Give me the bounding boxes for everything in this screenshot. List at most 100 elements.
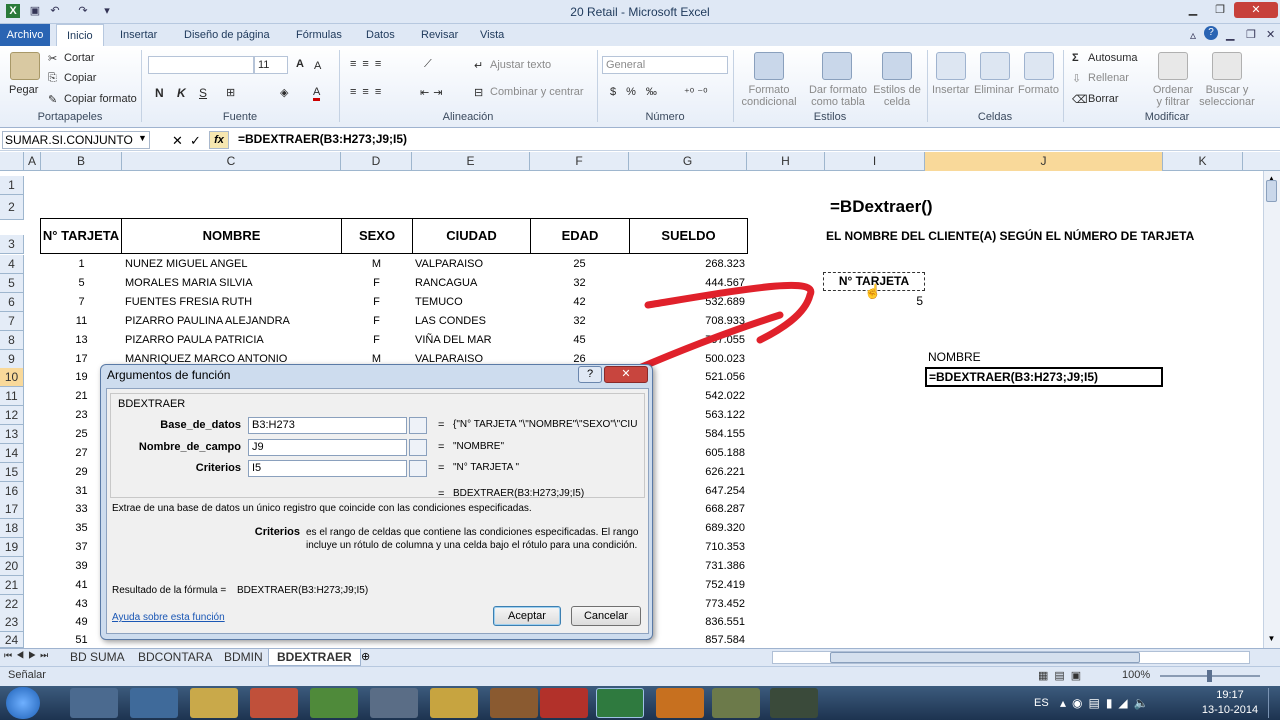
- minimize-icon[interactable]: ▁: [1180, 2, 1206, 18]
- taskbar-app-icon[interactable]: [490, 688, 538, 718]
- tab-home[interactable]: Inicio: [56, 24, 104, 47]
- tab-data[interactable]: Datos: [356, 24, 405, 46]
- tab-file[interactable]: Archivo: [0, 24, 50, 46]
- close-icon[interactable]: ✕: [1234, 2, 1278, 18]
- merge-center-button[interactable]: Combinar y centrar: [490, 86, 584, 98]
- cancel-entry-icon[interactable]: ✕: [172, 133, 183, 149]
- autosum-icon[interactable]: Σ: [1072, 52, 1079, 64]
- row-header[interactable]: 5: [0, 274, 24, 293]
- format-cells-icon[interactable]: [1024, 52, 1054, 80]
- taskbar-media-icon[interactable]: [250, 688, 298, 718]
- copy-icon[interactable]: ⎘: [48, 72, 57, 85]
- insert-sheet-icon[interactable]: ⊕: [361, 650, 370, 663]
- name-box[interactable]: SUMAR.SI.CONJUNTO: [2, 131, 150, 149]
- clear-button[interactable]: Borrar: [1088, 93, 1119, 105]
- fill-button[interactable]: Rellenar: [1088, 72, 1129, 84]
- row-header[interactable]: 21: [0, 576, 24, 595]
- cut-button[interactable]: Cortar: [64, 52, 95, 64]
- conditional-format-button[interactable]: Formato condicional: [738, 84, 800, 108]
- format-painter-icon[interactable]: ✎: [48, 93, 57, 106]
- collapse-dialog-icon[interactable]: [409, 439, 427, 456]
- row-header[interactable]: 23: [0, 613, 24, 632]
- cell-sex[interactable]: F: [341, 312, 412, 331]
- cell-name[interactable]: FUENTES FRESIA RUTH: [125, 293, 341, 312]
- sheet-tab-bdmin[interactable]: BDMIN: [216, 649, 271, 666]
- cell-sex[interactable]: F: [341, 331, 412, 350]
- delete-cells-button[interactable]: Eliminar: [974, 84, 1014, 96]
- row-header[interactable]: 9: [0, 350, 24, 369]
- taskbar-app-icon[interactable]: [70, 688, 118, 718]
- argument-input-database[interactable]: B3:H273: [248, 417, 407, 434]
- cell-styles-icon[interactable]: [882, 52, 912, 80]
- row-header[interactable]: 16: [0, 482, 24, 501]
- column-header-j[interactable]: J: [925, 152, 1163, 171]
- cell-card-number[interactable]: 5: [41, 274, 122, 293]
- wb-close-icon[interactable]: ✕: [1266, 28, 1275, 41]
- fill-icon[interactable]: ⇩: [1072, 72, 1081, 85]
- row-header[interactable]: 20: [0, 557, 24, 576]
- taskbar-pdf-icon[interactable]: [540, 688, 588, 718]
- row-header[interactable]: 13: [0, 425, 24, 444]
- column-header-k[interactable]: K: [1163, 152, 1243, 171]
- wb-minimize-icon[interactable]: ▁: [1226, 28, 1234, 41]
- format-painter-button[interactable]: Copiar formato: [64, 93, 137, 105]
- autosum-button[interactable]: Autosuma: [1088, 52, 1138, 64]
- column-header-a[interactable]: A: [24, 152, 41, 171]
- cell-sex[interactable]: M: [341, 255, 412, 274]
- grow-font-icon[interactable]: A: [296, 58, 304, 70]
- sort-filter-icon[interactable]: [1158, 52, 1188, 80]
- column-header-d[interactable]: D: [341, 152, 412, 171]
- format-table-icon[interactable]: [822, 52, 852, 80]
- taskbar-explorer-icon[interactable]: [190, 688, 238, 718]
- sheet-tab-bd-suma[interactable]: BD SUMA: [62, 649, 133, 666]
- argument-input-field[interactable]: J9: [248, 439, 407, 456]
- vertical-scrollbar[interactable]: [1263, 171, 1280, 649]
- collapse-dialog-icon[interactable]: [409, 460, 427, 477]
- sheet-nav-icons[interactable]: ⏮◀▶⏭: [4, 650, 52, 661]
- number-format-icons[interactable]: $%‰: [610, 86, 667, 98]
- select-all-corner[interactable]: [0, 152, 24, 171]
- column-header-c[interactable]: C: [122, 152, 341, 171]
- confirm-entry-icon[interactable]: ✓: [190, 133, 201, 149]
- sheet-tab-bdextraer[interactable]: BDEXTRAER: [268, 649, 361, 666]
- border-icon[interactable]: ⊞: [226, 86, 235, 99]
- cell-styles-button[interactable]: Estilos de celda: [870, 84, 924, 108]
- format-cells-button[interactable]: Formato: [1018, 84, 1059, 96]
- column-header-h[interactable]: H: [747, 152, 825, 171]
- insert-cells-icon[interactable]: [936, 52, 966, 80]
- cell-sex[interactable]: F: [341, 274, 412, 293]
- tab-formulas[interactable]: Fórmulas: [286, 24, 352, 46]
- row-header[interactable]: 2: [0, 195, 24, 220]
- taskbar-tool-icon[interactable]: [370, 688, 418, 718]
- row-header[interactable]: 8: [0, 331, 24, 350]
- taskbar-app-icon[interactable]: [712, 688, 760, 718]
- horizontal-scroll-thumb[interactable]: [830, 652, 1140, 663]
- taskbar-chrome-icon[interactable]: [310, 688, 358, 718]
- sort-filter-button[interactable]: Ordenar y filtrar: [1150, 84, 1196, 108]
- row-header[interactable]: 14: [0, 444, 24, 463]
- row-header[interactable]: 4: [0, 255, 24, 274]
- font-name-combo[interactable]: [148, 56, 254, 74]
- argument-input-criteria[interactable]: I5: [248, 460, 407, 477]
- taskbar-ie-icon[interactable]: [130, 688, 178, 718]
- cut-icon[interactable]: ✂: [48, 52, 57, 65]
- number-format-combo[interactable]: General: [602, 56, 728, 74]
- name-box-dropdown-icon[interactable]: ▼: [138, 133, 147, 143]
- cell-card-number[interactable]: 1: [41, 255, 122, 274]
- paste-button[interactable]: Pegar: [9, 84, 38, 96]
- underline-button[interactable]: S: [199, 86, 207, 100]
- row-header[interactable]: 24: [0, 632, 24, 648]
- conditional-format-icon[interactable]: [754, 52, 784, 80]
- row-header[interactable]: 3: [0, 235, 24, 254]
- column-header-f[interactable]: F: [530, 152, 629, 171]
- indent-icons[interactable]: ⇤⇥: [420, 86, 446, 99]
- wrap-text-button[interactable]: Ajustar texto: [490, 59, 551, 71]
- column-header-g[interactable]: G: [629, 152, 747, 171]
- sheet-tab-bdcontara[interactable]: BDCONTARA: [130, 649, 220, 666]
- row-header[interactable]: 15: [0, 463, 24, 482]
- restore-icon[interactable]: ❐: [1207, 2, 1233, 18]
- row-header[interactable]: 17: [0, 500, 24, 519]
- dialog-help-icon[interactable]: ?: [578, 366, 602, 383]
- row-header[interactable]: 11: [0, 387, 24, 406]
- clear-icon[interactable]: ⌫: [1072, 93, 1088, 106]
